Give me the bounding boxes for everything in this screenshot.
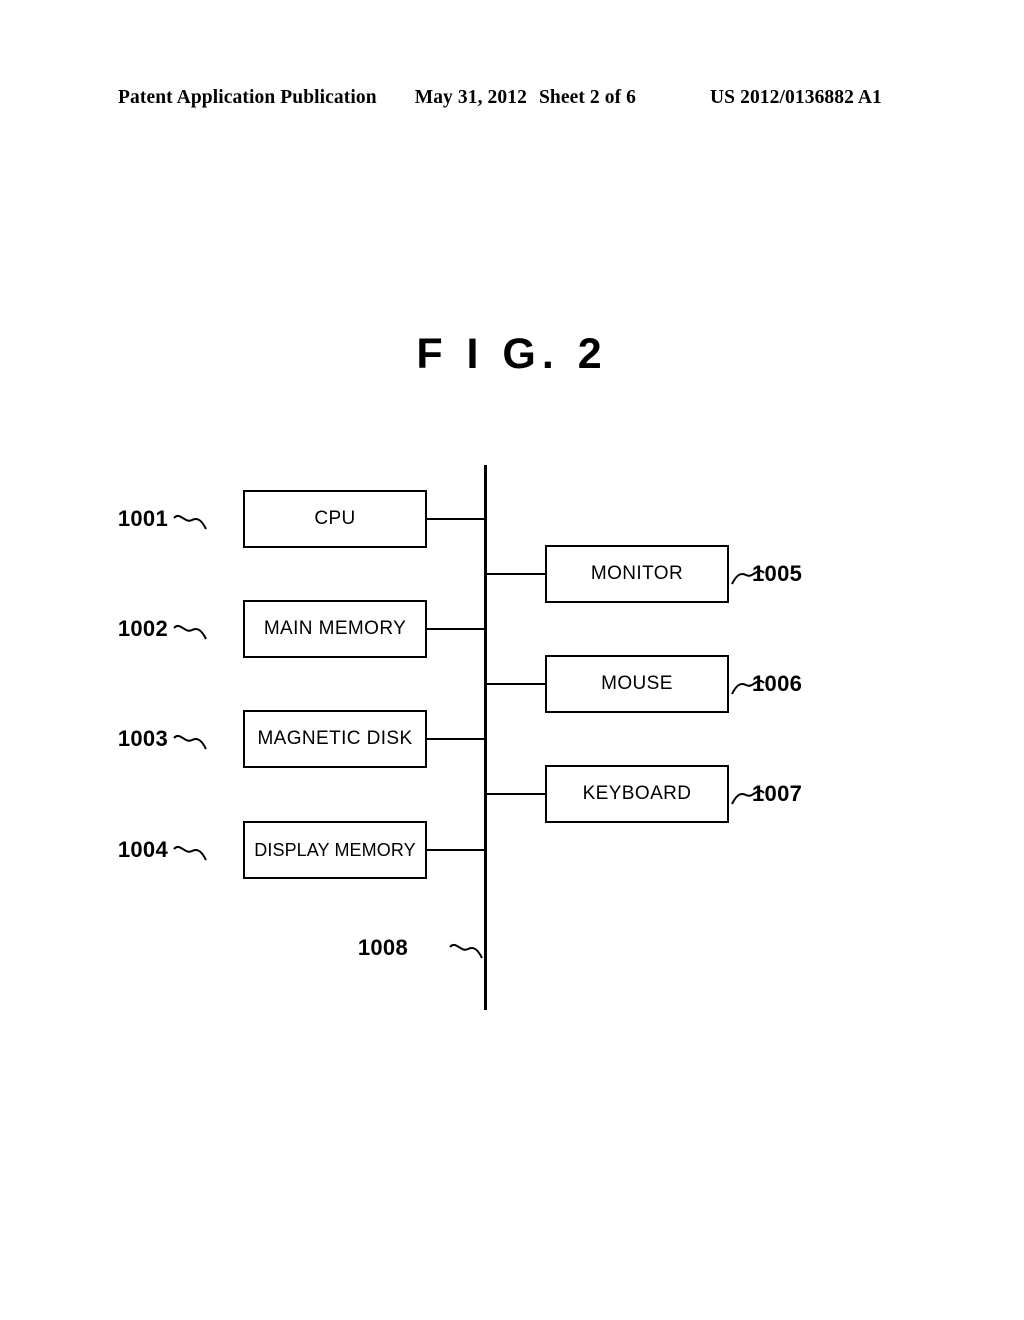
block-monitor-label: MONITOR xyxy=(590,563,684,584)
block-magnetic-disk: MAGNETIC DISK xyxy=(243,710,427,768)
connector-cpu-to-bus xyxy=(427,518,487,520)
leader-squiggle-icon-1005 xyxy=(731,569,765,585)
leader-squiggle-icon-1008 xyxy=(449,943,483,959)
reference-numeral-1003: 1003 xyxy=(117,726,168,751)
reference-numeral-1002: 1002 xyxy=(117,616,168,641)
block-cpu: CPU xyxy=(243,490,427,548)
leader-squiggle-icon-1007 xyxy=(731,789,765,805)
connector-bus-to-mouse xyxy=(486,683,546,685)
block-diagram: CPU MAIN MEMORY MAGNETIC DISK DISPLAY ME… xyxy=(0,0,1024,1320)
block-keyboard: KEYBOARD xyxy=(545,765,729,823)
reference-numeral-1004: 1004 xyxy=(117,837,168,862)
reference-numeral-1001: 1001 xyxy=(117,506,168,531)
reference-numeral-1008: 1008 xyxy=(357,935,408,960)
leader-squiggle-icon-1003 xyxy=(173,734,207,750)
leader-squiggle-icon-1002 xyxy=(173,624,207,640)
connector-bus-to-monitor xyxy=(486,573,546,575)
block-main-memory: MAIN MEMORY xyxy=(243,600,427,658)
leader-squiggle-icon-1006 xyxy=(731,679,765,695)
connector-magnetic-disk-to-bus xyxy=(427,738,487,740)
leader-squiggle-icon-1001 xyxy=(173,514,207,530)
leader-squiggle-icon-1004 xyxy=(173,845,207,861)
block-monitor: MONITOR xyxy=(545,545,729,603)
block-display-memory-label: DISPLAY MEMORY xyxy=(254,839,416,860)
connector-main-memory-to-bus xyxy=(427,628,487,630)
block-cpu-label: CPU xyxy=(314,508,356,529)
connector-bus-to-keyboard xyxy=(486,793,546,795)
block-main-memory-label: MAIN MEMORY xyxy=(263,618,407,639)
block-mouse: MOUSE xyxy=(545,655,729,713)
block-display-memory: DISPLAY MEMORY xyxy=(243,821,427,879)
block-keyboard-label: KEYBOARD xyxy=(582,783,692,804)
block-magnetic-disk-label: MAGNETIC DISK xyxy=(257,728,413,749)
connector-display-memory-to-bus xyxy=(427,849,487,851)
block-mouse-label: MOUSE xyxy=(601,673,673,694)
